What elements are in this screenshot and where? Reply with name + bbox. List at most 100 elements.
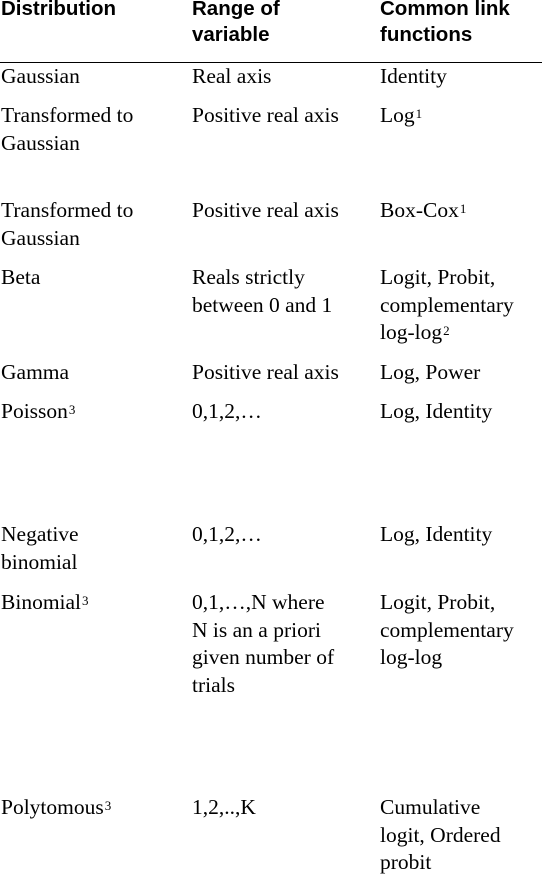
header-link-line: functions bbox=[380, 23, 473, 46]
range-cell-text: between 0 and 1 bbox=[192, 292, 332, 320]
distribution-cell: Binomial3 bbox=[1, 589, 89, 617]
link-functions-cell-text: log-log bbox=[380, 644, 514, 672]
link-functions-cell-line: Log bbox=[380, 103, 415, 127]
distribution-cell: Negative binomial bbox=[1, 521, 79, 576]
range-cell-line: given number of bbox=[192, 645, 335, 669]
range-cell-text: given number of bbox=[192, 644, 334, 672]
header-range-line: variable bbox=[192, 23, 270, 46]
link-functions-cell: Logit, Probit, complementary log-log2 bbox=[380, 264, 514, 347]
header-distribution-line: Distribution bbox=[1, 0, 117, 20]
header-range-of-variable: Range of variable bbox=[192, 0, 280, 48]
distribution-cell-line: Negative bbox=[1, 522, 79, 546]
range-cell-line: Positive real axis bbox=[192, 103, 339, 127]
link-functions-cell: Cumulative logit, Ordered probit bbox=[380, 794, 501, 877]
distribution-cell: Gamma bbox=[1, 359, 69, 387]
distribution-cell-text: Beta bbox=[1, 264, 40, 292]
distribution-cell: Gaussian bbox=[1, 63, 80, 91]
range-cell-text: 0,1,…,N where bbox=[192, 589, 334, 617]
footnote-marker: 3 bbox=[68, 402, 76, 417]
link-functions-cell-text: log-log2 bbox=[380, 319, 514, 347]
distribution-cell-line: Beta bbox=[1, 265, 41, 289]
link-functions-table: Distribution Range of variable Common li… bbox=[0, 0, 542, 874]
footnote-marker: 3 bbox=[82, 593, 89, 608]
range-cell: 0,1,2,… bbox=[192, 521, 262, 549]
range-cell-text: Positive real axis bbox=[192, 102, 339, 130]
distribution-cell-text: Gaussian bbox=[1, 225, 133, 253]
range-cell-line: 0,1,2,… bbox=[192, 522, 262, 546]
footnote-marker: 3 bbox=[104, 798, 112, 813]
distribution-cell-text: Gaussian bbox=[1, 130, 133, 158]
link-functions-cell: Log, Identity bbox=[380, 398, 492, 426]
link-functions-cell-line: Log, Identity bbox=[380, 399, 493, 423]
range-cell-line: between 0 and 1 bbox=[192, 292, 333, 317]
range-cell-text: Reals strictly bbox=[192, 264, 332, 292]
range-cell-line: 1,2,..,K bbox=[192, 795, 256, 819]
header-range-line: Range of bbox=[192, 0, 280, 20]
range-cell-text: Real axis bbox=[192, 63, 271, 91]
distribution-cell: Beta bbox=[1, 264, 40, 292]
distribution-cell-line: Binomial bbox=[1, 590, 82, 614]
link-functions-cell-line: logit, Ordered bbox=[380, 822, 501, 847]
distribution-cell-text: Binomial3 bbox=[1, 589, 89, 617]
distribution-cell: Transformed to Gaussian bbox=[1, 102, 133, 157]
distribution-cell-line: Gaussian bbox=[1, 130, 80, 155]
range-cell-line: N is an a priori bbox=[192, 617, 321, 642]
distribution-cell-text: binomial bbox=[1, 549, 79, 577]
link-functions-cell-text: complementary bbox=[380, 617, 514, 645]
distribution-cell-text: Negative bbox=[1, 521, 79, 549]
distribution-cell-line: Polytomous bbox=[1, 795, 104, 819]
link-functions-cell-text: probit bbox=[380, 849, 501, 877]
link-functions-cell-text: Identity bbox=[380, 63, 447, 91]
distribution-cell-line: Gaussian bbox=[1, 64, 80, 88]
table-header: Distribution Range of variable Common li… bbox=[0, 0, 542, 63]
link-functions-cell-line: Log, Identity bbox=[380, 522, 493, 546]
range-cell: Positive real axis bbox=[192, 102, 339, 130]
footnote-marker: 1 bbox=[459, 201, 467, 216]
header-distribution: Distribution bbox=[1, 0, 116, 22]
range-cell-line: Real axis bbox=[192, 64, 272, 88]
link-functions-cell: Log1 bbox=[380, 102, 422, 130]
link-functions-cell-text: Logit, Probit, bbox=[380, 264, 514, 292]
link-functions-cell-line: complementary bbox=[380, 292, 514, 317]
range-cell-line: 0,1,…,N where bbox=[192, 590, 325, 614]
range-cell: Positive real axis bbox=[192, 197, 339, 225]
link-functions-cell-line: Logit, Probit, bbox=[380, 590, 496, 614]
range-cell-text: 0,1,2,… bbox=[192, 521, 262, 549]
range-cell: 0,1,…,N where N is an a priori given numbe… bbox=[192, 589, 334, 699]
distribution-cell-line: Transformed to bbox=[1, 198, 134, 222]
link-functions-cell: Identity bbox=[380, 63, 447, 91]
range-cell: Reals strictly between 0 and 1 bbox=[192, 264, 332, 319]
distribution-cell-line: Transformed to bbox=[1, 103, 134, 127]
range-cell-text: Positive real axis bbox=[192, 359, 339, 387]
range-cell-text: N is an a priori bbox=[192, 617, 334, 645]
range-cell: Real axis bbox=[192, 63, 271, 91]
range-cell: 1,2,..,K bbox=[192, 794, 256, 822]
distribution-cell-line: Gamma bbox=[1, 360, 70, 384]
distribution-cell-text: Poisson3 bbox=[1, 398, 75, 426]
distribution-cell: Polytomous3 bbox=[1, 794, 111, 822]
distribution-cell-line: binomial bbox=[1, 549, 78, 574]
header-common-link-functions: Common link functions bbox=[380, 0, 510, 48]
link-functions-cell-text: Log1 bbox=[380, 102, 422, 130]
range-cell-line: Positive real axis bbox=[192, 198, 339, 222]
distribution-cell-text: Polytomous3 bbox=[1, 794, 111, 822]
link-functions-cell-text: logit, Ordered bbox=[380, 822, 501, 850]
range-cell-text: Positive real axis bbox=[192, 197, 339, 225]
range-cell-line: Positive real axis bbox=[192, 360, 339, 384]
link-functions-cell: Logit, Probit, complementary log-log bbox=[380, 589, 514, 672]
link-functions-cell: Log, Identity bbox=[380, 521, 492, 549]
range-cell-text: 1,2,..,K bbox=[192, 794, 256, 822]
link-functions-cell-text: Logit, Probit, bbox=[380, 589, 514, 617]
header-link-line: Common link bbox=[380, 0, 510, 20]
link-functions-cell-line: Log, Power bbox=[380, 360, 481, 384]
link-functions-cell-line: Logit, Probit, bbox=[380, 265, 496, 289]
range-cell-line: trials bbox=[192, 672, 235, 697]
link-functions-cell-line: log-log bbox=[380, 320, 443, 344]
range-cell-line: 0,1,2,… bbox=[192, 399, 262, 423]
range-cell: Positive real axis bbox=[192, 359, 339, 387]
link-functions-cell: Log, Power bbox=[380, 359, 480, 387]
link-functions-cell-line: log-log bbox=[380, 645, 443, 669]
range-cell-line: Reals strictly bbox=[192, 265, 305, 289]
link-functions-cell-text: Log, Power bbox=[380, 359, 480, 387]
footnote-marker: 2 bbox=[443, 323, 450, 338]
